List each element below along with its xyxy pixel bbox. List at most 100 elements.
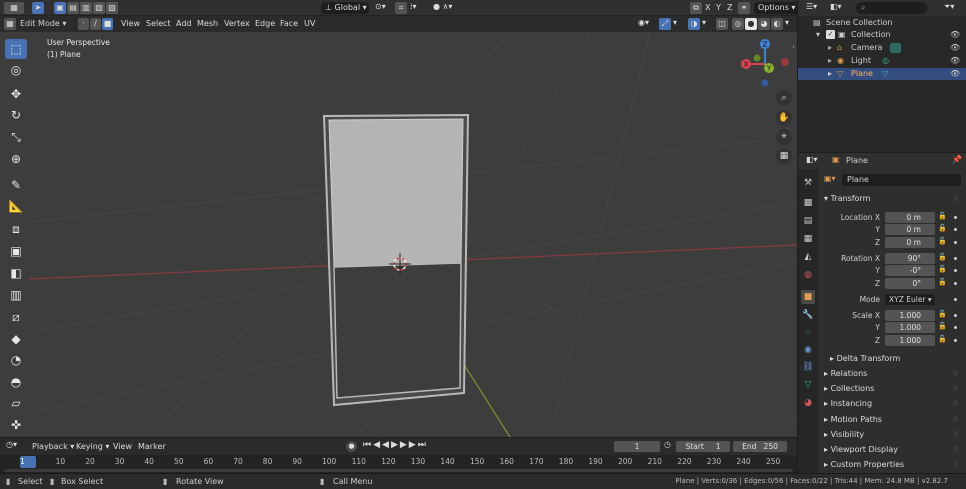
scale-tool-icon[interactable]: ⤡ [5,127,27,147]
display-mode-icon[interactable]: ◧▾ [830,2,842,11]
shading-dropdown[interactable]: ▾ [785,18,789,27]
constraints-tab-icon[interactable]: ⛓ [801,360,815,374]
poly-build-tool-icon[interactable]: ◆ [5,329,27,349]
mirror-x[interactable]: X [705,3,710,12]
gizmo-dropdown[interactable]: ▾ [673,18,677,27]
shading-wireframe-icon[interactable]: ◎ [732,18,744,30]
vertex-select-icon[interactable]: · [78,18,89,30]
world-tab-icon[interactable]: ◍ [801,268,815,282]
outliner-item-camera[interactable]: ▸ ⌂ Camera 👁 [798,42,966,54]
drag-handle-icon[interactable]: ⁝⁝ [953,384,958,393]
outliner-editor-icon[interactable]: ☰▾ [806,2,817,11]
shading-rendered-icon[interactable]: ◐ [771,18,783,30]
record-icon[interactable]: ● [346,441,357,452]
menu-uv[interactable]: UV [304,16,315,32]
timeline-menu-view[interactable]: View [113,438,132,455]
gizmo-toggle-icon[interactable]: ⤢ [659,18,671,30]
plane-face-lower[interactable] [333,262,462,399]
checkbox-icon[interactable]: ✓ [826,30,835,39]
drag-handle-icon[interactable]: ⁝⁝ [953,399,958,408]
timeline[interactable]: 1 10 20 30 40 50 60 70 80 90 100 110 120 130 140 150 160… [0,455,797,473]
object-tab-icon[interactable]: ■ [801,290,815,304]
keyframe-dot-icon[interactable] [954,257,957,260]
lock-icon[interactable]: 🔓 [938,322,947,330]
drag-handle-icon[interactable]: ⁝⁝ [953,194,958,203]
select-mode-intersect-icon[interactable]: ▨ [106,2,118,14]
xray-icon[interactable]: ◫ [716,18,728,30]
knife-tool-icon[interactable]: ⧄ [5,307,27,327]
end-frame-field[interactable]: End 250 [733,441,787,452]
keyframe-dot-icon[interactable] [954,269,957,272]
sidebar-toggle-icon[interactable]: ‹ [792,42,795,51]
select-box-tool-icon[interactable]: ⬚ [5,39,27,59]
transform-panel-header[interactable]: ▾ Transform [824,192,870,206]
outliner-collection[interactable]: ▾ ✓ ▣ Collection 👁 [798,29,966,41]
material-tab-icon[interactable]: ◕ [801,396,815,410]
lock-icon[interactable]: 🔓 [938,237,947,245]
visibility-dropdown[interactable]: ◉▾ [638,18,649,27]
start-frame-field[interactable]: Start 1 [676,441,730,452]
drag-handle-icon[interactable]: ⁝⁝ [953,369,958,378]
location-z-field[interactable]: 0 m [885,237,935,248]
menu-mesh[interactable]: Mesh [197,16,218,32]
select-mode-invert-icon[interactable]: ▧ [93,2,105,14]
keyframe-dot-icon[interactable] [954,298,957,301]
outliner-item-light[interactable]: ▸ ◉ Light ◎ 👁 [798,55,966,67]
eye-icon[interactable]: 👁 [950,29,960,41]
menu-edge[interactable]: Edge [255,16,275,32]
view-layer-tab-icon[interactable]: ▦ [801,232,815,246]
rotation-mode-dropdown[interactable]: XYZ Euler ▾ [885,294,935,305]
keyframe-dot-icon[interactable] [954,216,957,219]
scene-tab-icon[interactable]: ◭ [801,250,815,264]
rotation-z-field[interactable]: 0° [885,278,935,289]
select-mode-extend-icon[interactable]: ▤ [67,2,79,14]
expand-arrow-icon[interactable]: ▸ [828,55,832,67]
select-mode-new-icon[interactable]: ▣ [54,2,66,14]
edge-select-icon[interactable]: / [90,18,101,30]
timeline-menu-playback[interactable]: Playback ▾ [32,438,74,455]
orientation-dropdown[interactable]: ⊥ Global ▾ [321,2,369,14]
snap-icon[interactable]: ⌗ [395,2,407,14]
location-y-field[interactable]: 0 m [885,224,935,235]
lock-icon[interactable]: 🔓 [938,278,947,286]
preview-range-icon[interactable]: ◷ [664,440,671,449]
keyframe-dot-icon[interactable] [954,326,957,329]
select-tool-icon[interactable]: ➤ [32,2,44,14]
keyframe-dot-icon[interactable] [954,228,957,231]
section-header-instancing[interactable]: ▸ Instancing [824,397,872,411]
select-mode-subtract-icon[interactable]: ▥ [80,2,92,14]
object-name-field[interactable]: Plane [842,174,961,186]
render-tab-icon[interactable]: ▩ [801,196,815,210]
smooth-tool-icon[interactable]: ◓ [5,372,27,392]
section-header-custom-properties[interactable]: ▸ Custom Properties [824,458,904,472]
rotation-y-field[interactable]: -0° [885,265,935,276]
drag-handle-icon[interactable]: ⁝⁝ [953,415,958,424]
mirror-icon[interactable]: ⧉ [690,2,702,14]
gizmo-neg-z-icon[interactable] [761,79,769,87]
outliner-item-plane[interactable]: ▸ ▽ Plane ▽ 👁 [798,68,966,80]
inset-tool-icon[interactable]: ▣ [5,241,27,261]
gizmo-neg-y-icon[interactable] [753,54,761,62]
section-header-collections[interactable]: ▸ Collections [824,382,874,396]
section-header-viewport-display[interactable]: ▸ Viewport Display [824,443,898,457]
menu-select[interactable]: Select [146,16,171,32]
keyframe-dot-icon[interactable] [954,314,957,317]
keyframe-dot-icon[interactable] [954,339,957,342]
camera-view-icon[interactable]: ⌖ [776,129,792,145]
location-x-field[interactable]: 0 m [885,212,935,223]
delta-transform-header[interactable]: ▸ Delta Transform [830,352,900,366]
scale-z-field[interactable]: 1.000 [885,335,935,346]
navigation-gizmo[interactable]: Z X Y [741,39,789,87]
section-header-visibility[interactable]: ▸ Visibility [824,428,864,442]
snap-target-dropdown[interactable]: ⁞▾ [410,2,417,11]
eye-icon[interactable]: 👁 [950,42,960,54]
current-frame-field[interactable]: 1 [614,441,660,452]
annotate-tool-icon[interactable]: ✎ [5,175,27,195]
eye-icon[interactable]: 👁 [950,68,960,80]
lock-icon[interactable]: 🔓 [938,212,947,220]
scale-x-field[interactable]: 1.000 [885,310,935,321]
pan-hand-icon[interactable]: ✋ [776,110,792,126]
transform-tool-icon[interactable]: ⊕ [5,149,27,169]
loop-cut-tool-icon[interactable]: ▥ [5,285,27,305]
lock-icon[interactable]: 🔓 [938,335,947,343]
